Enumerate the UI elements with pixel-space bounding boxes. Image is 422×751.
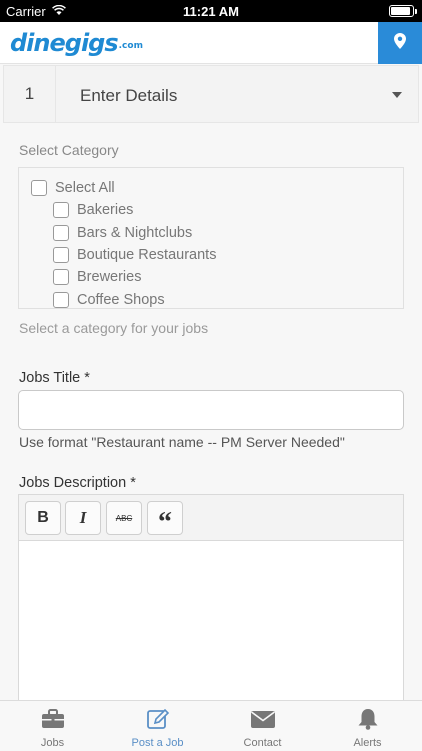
map-pin-icon <box>394 32 406 54</box>
envelope-icon <box>250 707 276 731</box>
jobs-title-label: Jobs Title * <box>19 370 90 386</box>
category-label: Select Category <box>19 142 119 158</box>
tab-label: Post a Job <box>131 737 184 749</box>
dinegigs-logo[interactable]: dinegigs.com <box>10 29 143 57</box>
location-button[interactable] <box>378 22 422 64</box>
tab-alerts[interactable]: Alerts <box>315 701 420 751</box>
checkbox[interactable] <box>53 247 69 263</box>
jobs-description-label: Jobs Description * <box>19 475 136 491</box>
category-list[interactable]: Select All Bakeries Bars & Nightclubs Bo… <box>18 167 404 309</box>
jobs-description-editor[interactable]: B I ABC “ <box>18 494 404 704</box>
jobs-title-input[interactable] <box>18 390 404 430</box>
tab-label: Contact <box>243 737 282 749</box>
category-item[interactable]: Breweries <box>53 269 141 285</box>
bold-button[interactable]: B <box>25 501 61 535</box>
edit-icon <box>145 707 171 731</box>
checkbox[interactable] <box>53 225 69 241</box>
bell-icon <box>355 707 381 731</box>
strikethrough-button[interactable]: ABC <box>106 501 142 535</box>
quote-icon: “ <box>158 507 172 538</box>
category-label-text: Bars & Nightclubs <box>77 225 193 241</box>
category-select-all[interactable]: Select All <box>31 180 115 196</box>
category-helper: Select a category for your jobs <box>19 320 209 336</box>
battery-icon <box>389 5 417 17</box>
checkbox[interactable] <box>31 180 47 196</box>
status-bar: Carrier 11:21 AM <box>0 0 422 22</box>
logo-text: dinegigs <box>10 29 119 57</box>
logo-suffix: .com <box>118 41 143 51</box>
job-form: Select Category Select All Bakeries Bars… <box>3 126 419 704</box>
category-label-text: Select All <box>55 180 115 196</box>
briefcase-icon <box>40 707 66 731</box>
checkbox[interactable] <box>53 202 69 218</box>
category-item[interactable]: Boutique Restaurants <box>53 247 216 263</box>
clock: 11:21 AM <box>183 4 239 19</box>
category-label-text: Bakeries <box>77 202 134 218</box>
category-item[interactable]: Coffee Shops <box>53 292 165 308</box>
checkbox[interactable] <box>53 292 69 308</box>
caret-down-icon <box>392 92 402 98</box>
strikethrough-icon: ABC <box>115 513 133 523</box>
app-header: dinegigs.com <box>0 22 422 64</box>
tab-label: Alerts <box>353 737 382 749</box>
step-number: 1 <box>4 66 56 122</box>
tab-label: Jobs <box>40 737 65 749</box>
bold-icon: B <box>37 509 49 526</box>
category-label-text: Boutique Restaurants <box>77 247 217 263</box>
tab-jobs[interactable]: Jobs <box>0 701 105 751</box>
editor-toolbar: B I ABC “ <box>19 495 403 541</box>
italic-icon: I <box>79 508 87 527</box>
step-enter-details[interactable]: 1 Enter Details <box>3 65 419 123</box>
quote-button[interactable]: “ <box>147 501 183 538</box>
step-title: Enter Details <box>80 86 178 105</box>
italic-button[interactable]: I <box>65 501 101 535</box>
tab-contact[interactable]: Contact <box>210 701 315 751</box>
tab-post-a-job[interactable]: Post a Job <box>105 701 210 751</box>
category-label-text: Coffee Shops <box>77 292 165 308</box>
category-label-text: Breweries <box>77 269 142 285</box>
category-item[interactable]: Bakeries <box>53 202 133 218</box>
tab-bar: Jobs Post a Job Contact Alerts <box>0 700 422 750</box>
category-item[interactable]: Bars & Nightclubs <box>53 225 192 241</box>
jobs-title-helper: Use format "Restaurant name -- PM Server… <box>19 434 345 450</box>
checkbox[interactable] <box>53 269 69 285</box>
